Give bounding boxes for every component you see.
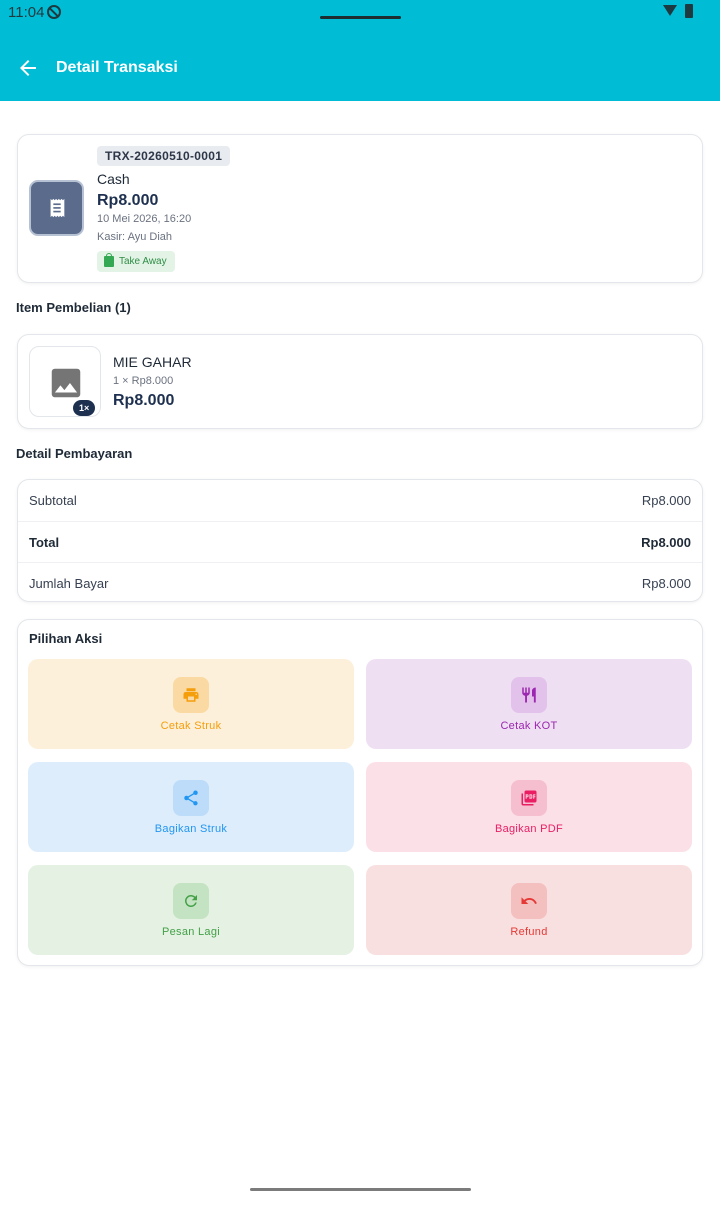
quantity-badge: 1×	[73, 400, 96, 416]
gesture-nav-handle	[250, 1188, 471, 1191]
item-total: Rp8.000	[113, 392, 175, 409]
list-item: 1× MIE GAHAR 1 × Rp8.000 Rp8.000	[17, 334, 703, 429]
amount-paid-label: Jumlah Bayar	[29, 575, 109, 591]
reorder-icon	[173, 883, 209, 919]
share-receipt-button[interactable]: Bagikan Struk	[28, 762, 354, 852]
image-placeholder-icon	[51, 368, 81, 398]
print-kot-label: Cetak KOT	[500, 720, 558, 732]
print-receipt-label: Cetak Struk	[160, 720, 222, 732]
transaction-datetime: 10 Mei 2026, 16:20	[97, 213, 192, 225]
amount-paid-value: Rp8.000	[641, 575, 691, 591]
share-icon	[173, 780, 209, 816]
item-name: MIE GAHAR	[113, 354, 192, 370]
app-bar: Detail Transaksi	[0, 26, 720, 101]
receipt-icon	[29, 180, 84, 236]
order-type-badge: Take Away	[97, 251, 175, 272]
payment-detail-card: Subtotal Rp8.000 Total Rp8.000 Jumlah Ba…	[17, 479, 703, 602]
wifi-icon	[663, 5, 677, 16]
battery-icon	[685, 4, 693, 18]
share-receipt-label: Bagikan Struk	[154, 823, 228, 835]
print-kot-button[interactable]: Cetak KOT	[366, 659, 692, 749]
refund-button[interactable]: Refund	[366, 865, 692, 955]
transaction-id-badge: TRX-20260510-0001	[97, 146, 231, 166]
shopping-bag-icon	[104, 253, 114, 267]
items-section-title: Item Pembelian (1)	[16, 300, 131, 315]
transaction-amount: Rp8.000	[97, 192, 159, 209]
order-type-label: Take Away	[119, 256, 167, 267]
item-unit-price: 1 × Rp8.000	[113, 375, 174, 387]
print-receipt-button[interactable]: Cetak Struk	[28, 659, 354, 749]
printer-icon	[173, 677, 209, 713]
total-value: Rp8.000	[641, 534, 691, 550]
total-row: Total Rp8.000	[18, 521, 702, 562]
subtotal-label: Subtotal	[29, 493, 77, 508]
actions-card: Pilihan Aksi Cetak Struk Cetak KOT Bagik…	[17, 619, 703, 966]
back-arrow-icon[interactable]	[16, 56, 40, 80]
amount-paid-row: Jumlah Bayar Rp8.000	[18, 562, 702, 603]
share-pdf-button[interactable]: Bagikan PDF	[366, 762, 692, 852]
camera-notch	[320, 16, 401, 19]
total-label: Total	[29, 534, 60, 550]
subtotal-row: Subtotal Rp8.000	[18, 480, 702, 521]
subtotal-value: Rp8.000	[641, 493, 691, 508]
page-title: Detail Transaksi	[56, 59, 178, 76]
reorder-button[interactable]: Pesan Lagi	[28, 865, 354, 955]
do-not-disturb-icon	[47, 5, 61, 19]
share-pdf-label: Bagikan PDF	[494, 823, 564, 835]
reorder-label: Pesan Lagi	[161, 926, 221, 938]
payment-section-title: Detail Pembayaran	[16, 446, 133, 461]
refund-label: Refund	[510, 926, 548, 938]
status-bar: 11:04	[0, 0, 720, 26]
transaction-summary-card: TRX-20260510-0001 Cash Rp8.000 10 Mei 20…	[17, 134, 703, 283]
cashier-name: Kasir: Ayu Diah	[97, 231, 173, 243]
status-time: 11:04	[8, 4, 45, 21]
utensils-icon	[511, 677, 547, 713]
item-thumbnail: 1×	[29, 346, 101, 417]
payment-method: Cash	[97, 171, 130, 187]
pdf-icon	[511, 780, 547, 816]
actions-section-title: Pilihan Aksi	[29, 631, 103, 646]
undo-icon	[511, 883, 547, 919]
